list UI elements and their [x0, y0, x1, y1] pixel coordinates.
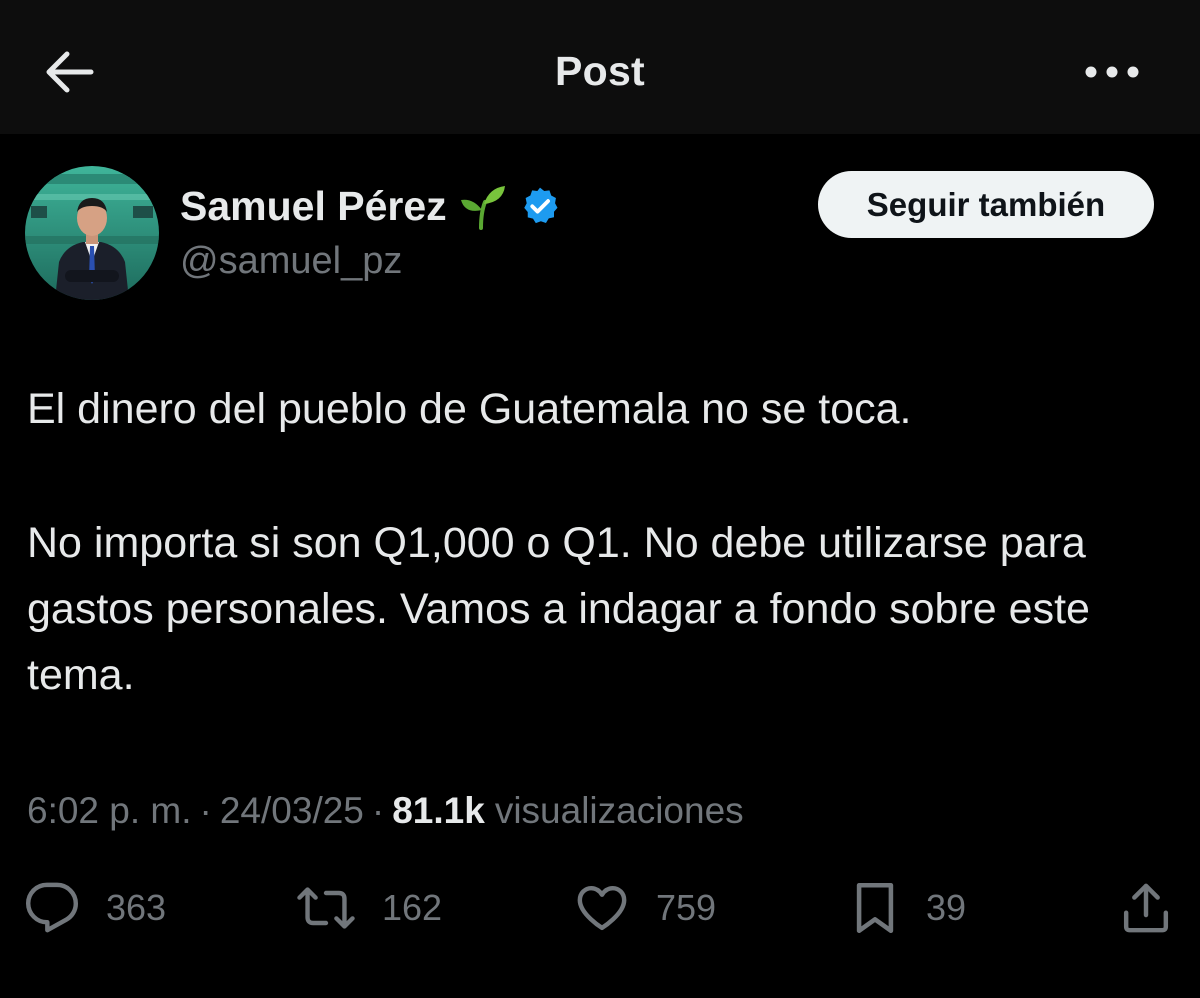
views-label[interactable]: visualizaciones: [495, 790, 744, 832]
share-button[interactable]: [1118, 876, 1174, 940]
seedling-icon: [460, 186, 505, 230]
bookmark-count: 39: [926, 887, 967, 928]
more-options-button[interactable]: [1080, 50, 1144, 94]
author-name[interactable]: Samuel Pérez: [180, 183, 447, 230]
like-button[interactable]: 759: [574, 876, 716, 940]
post-paragraph: El dinero del pueblo de Guatemala no se …: [27, 385, 912, 433]
reply-button[interactable]: 363: [24, 876, 166, 940]
bookmark-button[interactable]: 39: [850, 876, 966, 940]
action-bar: 363 162 759 39: [0, 876, 1200, 940]
post-time[interactable]: 6:02 p. m.: [27, 790, 192, 832]
bookmark-icon: [856, 883, 894, 933]
post-meta: 6:02 p. m. · 24/03/25 · 81.1k visualizac…: [27, 786, 744, 836]
post-date[interactable]: 24/03/25: [220, 790, 364, 832]
follow-button[interactable]: Seguir también: [818, 171, 1154, 238]
top-bar: Post: [0, 0, 1200, 134]
heart-icon: [577, 885, 627, 931]
verified-badge-icon: [523, 187, 558, 224]
avatar[interactable]: [25, 166, 159, 300]
more-horizontal-icon: [1085, 66, 1139, 78]
repost-button[interactable]: 162: [296, 876, 442, 940]
author-name-row: Samuel Pérez: [180, 180, 561, 232]
meta-separator: ·: [199, 790, 212, 831]
post-paragraph: No importa si son Q1,000 o Q1. No debe u…: [27, 519, 1090, 699]
repost-count: 162: [382, 887, 443, 928]
views-count[interactable]: 81.1k: [392, 790, 485, 832]
reply-count: 363: [106, 887, 167, 928]
like-count: 759: [656, 887, 717, 928]
author-handle[interactable]: @samuel_pz: [180, 240, 402, 283]
repost-icon: [297, 887, 355, 929]
reply-icon: [25, 882, 79, 933]
meta-separator: ·: [371, 790, 385, 831]
share-icon: [1123, 883, 1169, 933]
profile-photo: [25, 166, 159, 300]
page-title: Post: [554, 48, 646, 94]
post-body: El dinero del pueblo de Guatemala no se …: [27, 376, 1177, 708]
